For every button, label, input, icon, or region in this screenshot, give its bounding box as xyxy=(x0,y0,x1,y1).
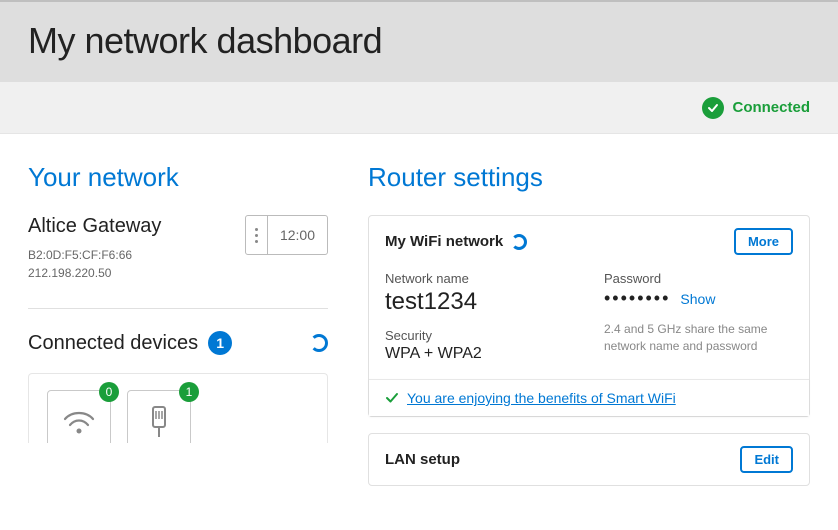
clock-menu-icon[interactable] xyxy=(246,216,268,254)
connected-check-icon xyxy=(702,97,724,119)
gateway-ip: 212.198.220.50 xyxy=(28,264,161,282)
header: My network dashboard xyxy=(0,0,838,82)
your-network-heading: Your network xyxy=(28,162,328,193)
devices-panel: 0 1 xyxy=(28,373,328,443)
status-label: Connected xyxy=(732,99,810,116)
check-icon xyxy=(385,391,399,405)
connected-devices-header: Connected devices 1 xyxy=(28,331,328,355)
device-badge: 1 xyxy=(179,382,199,402)
edit-button[interactable]: Edit xyxy=(740,446,793,473)
router-settings-column: Router settings My WiFi network More Net… xyxy=(368,162,810,502)
lan-card-title: LAN setup xyxy=(385,451,460,468)
device-card-wifi[interactable]: 0 xyxy=(47,390,111,443)
network-name-label: Network name xyxy=(385,271,574,286)
password-label: Password xyxy=(604,271,793,286)
page-title: My network dashboard xyxy=(28,20,810,62)
device-badge: 0 xyxy=(99,382,119,402)
connected-devices-title: Connected devices xyxy=(28,332,198,355)
wifi-icon xyxy=(62,409,96,435)
wifi-card: My WiFi network More Network name test12… xyxy=(368,215,810,417)
more-button[interactable]: More xyxy=(734,228,793,255)
smart-wifi-banner: You are enjoying the benefits of Smart W… xyxy=(369,379,809,416)
gateway-name: Altice Gateway xyxy=(28,215,161,238)
lan-card: LAN setup Edit xyxy=(368,433,810,486)
ethernet-icon xyxy=(147,405,171,439)
band-note: 2.4 and 5 GHz share the same network nam… xyxy=(604,321,793,355)
device-card-ethernet[interactable]: 1 xyxy=(127,390,191,443)
wifi-card-title: My WiFi network xyxy=(385,233,503,250)
security-label: Security xyxy=(385,328,574,343)
status-bar: Connected xyxy=(0,82,838,134)
router-settings-heading: Router settings xyxy=(368,162,810,193)
gateway-block: Altice Gateway B2:0D:F5:CF:F6:66 212.198… xyxy=(28,215,328,309)
show-password-link[interactable]: Show xyxy=(680,291,715,307)
clock-widget[interactable]: 12:00 xyxy=(245,215,328,255)
your-network-column: Your network Altice Gateway B2:0D:F5:CF:… xyxy=(28,162,328,502)
clock-time: 12:00 xyxy=(268,227,327,243)
security-value: WPA + WPA2 xyxy=(385,345,574,363)
network-name-value: test1234 xyxy=(385,288,574,316)
password-masked: •••••••• xyxy=(604,288,670,309)
gateway-mac: B2:0D:F5:CF:F6:66 xyxy=(28,246,161,264)
smart-wifi-link[interactable]: You are enjoying the benefits of Smart W… xyxy=(407,390,676,406)
connected-devices-count: 1 xyxy=(208,331,232,355)
refresh-devices-icon[interactable] xyxy=(310,334,328,352)
refresh-wifi-icon[interactable] xyxy=(511,234,527,250)
